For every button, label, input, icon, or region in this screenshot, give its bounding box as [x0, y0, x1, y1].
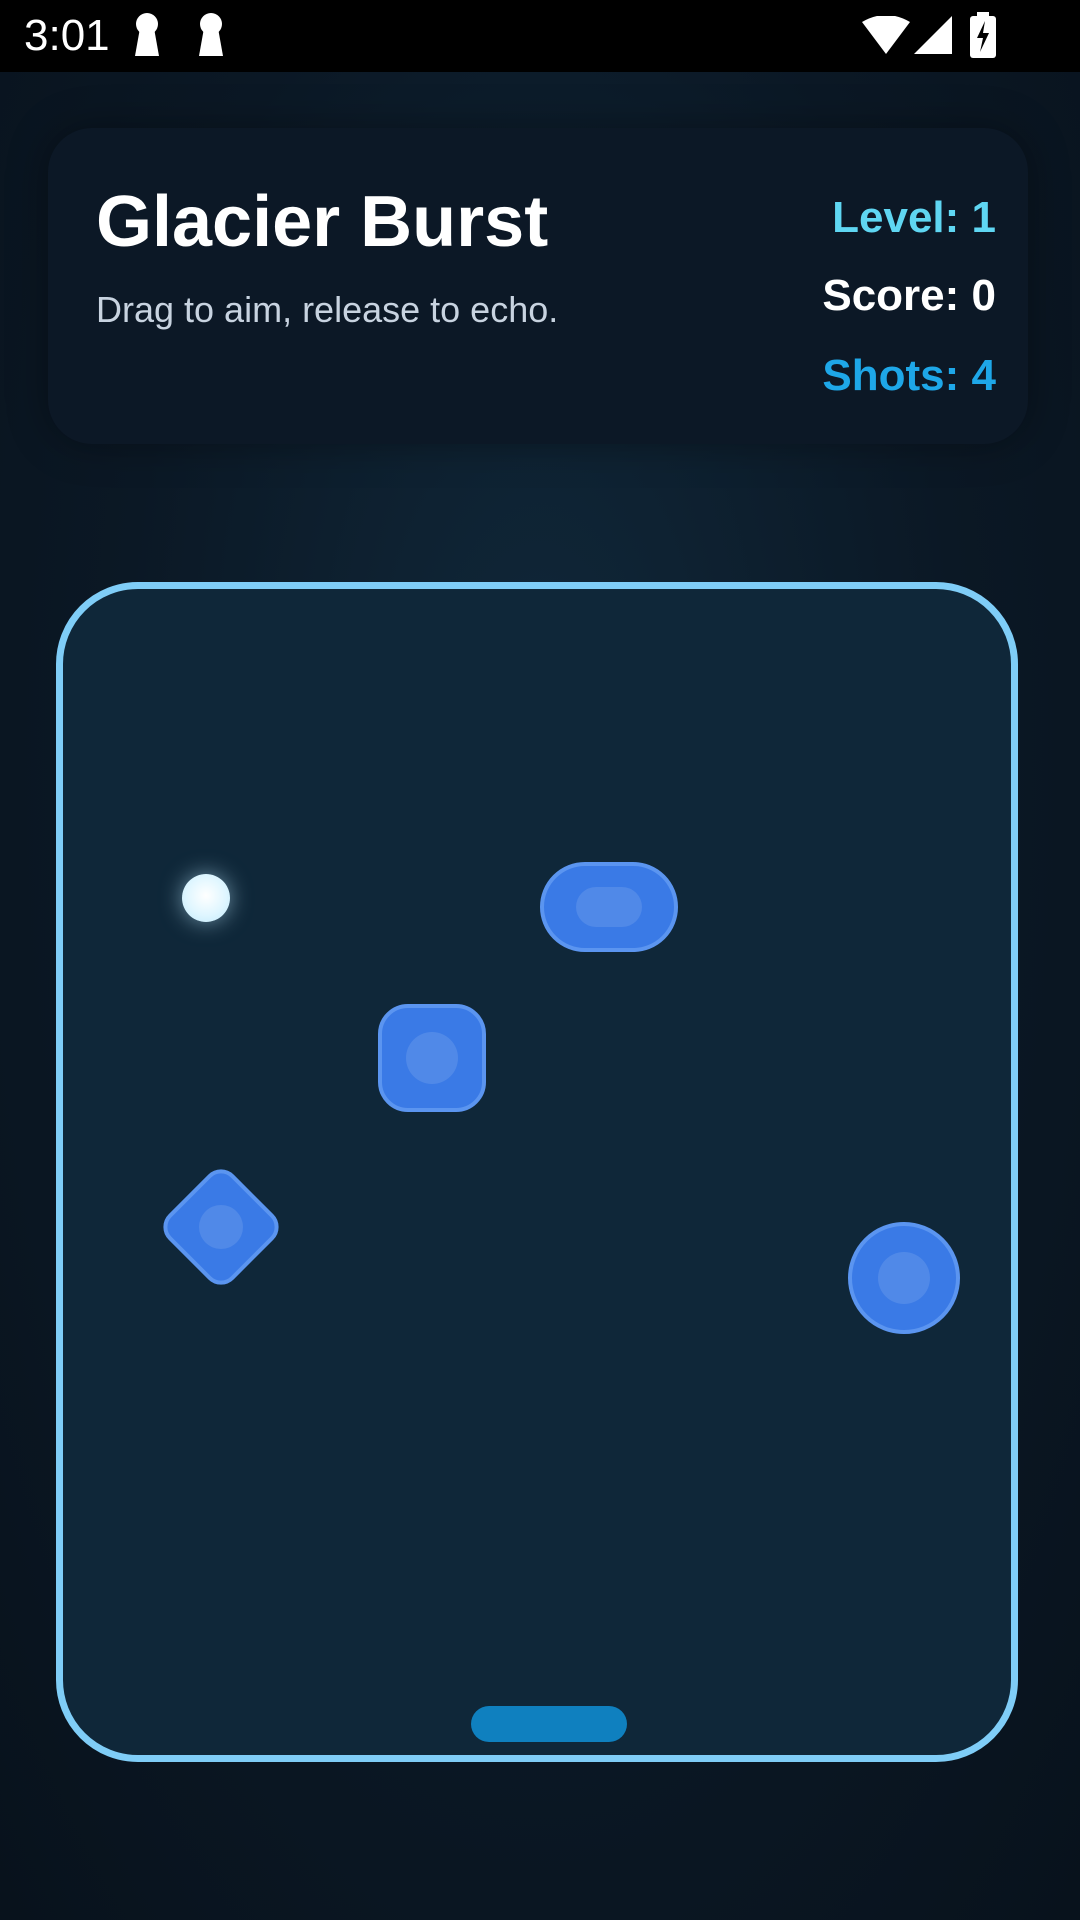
keyhole-icon — [132, 12, 162, 63]
game-instructions: Drag to aim, release to echo. — [96, 289, 559, 330]
score-indicator: Score: 0 — [822, 271, 996, 320]
pill-block — [540, 862, 678, 952]
status-bar: 3:01 — [0, 0, 1080, 72]
circle-block-core — [878, 1252, 930, 1304]
square-block — [378, 1004, 486, 1112]
game-screen: 3:01 Glacier Burst Drag to aim, release … — [0, 0, 1080, 1920]
shots-indicator: Shots: 4 — [822, 351, 996, 400]
wifi-icon — [862, 15, 910, 61]
battery-charging-icon — [968, 12, 998, 63]
level-indicator: Level: 1 — [832, 193, 996, 242]
square-block-core — [406, 1032, 458, 1084]
game-title: Glacier Burst — [96, 182, 549, 262]
keyhole-icon — [196, 12, 226, 63]
cell-signal-icon — [914, 16, 952, 59]
echo-ball[interactable] — [182, 874, 230, 922]
pill-block-core — [576, 887, 642, 927]
header-card: Glacier Burst Drag to aim, release to ec… — [48, 128, 1028, 444]
circle-block — [848, 1222, 960, 1334]
diamond-block-core — [189, 1195, 253, 1259]
play-field[interactable] — [56, 582, 1018, 1762]
status-time: 3:01 — [24, 11, 110, 60]
launcher-paddle[interactable] — [471, 1706, 627, 1742]
